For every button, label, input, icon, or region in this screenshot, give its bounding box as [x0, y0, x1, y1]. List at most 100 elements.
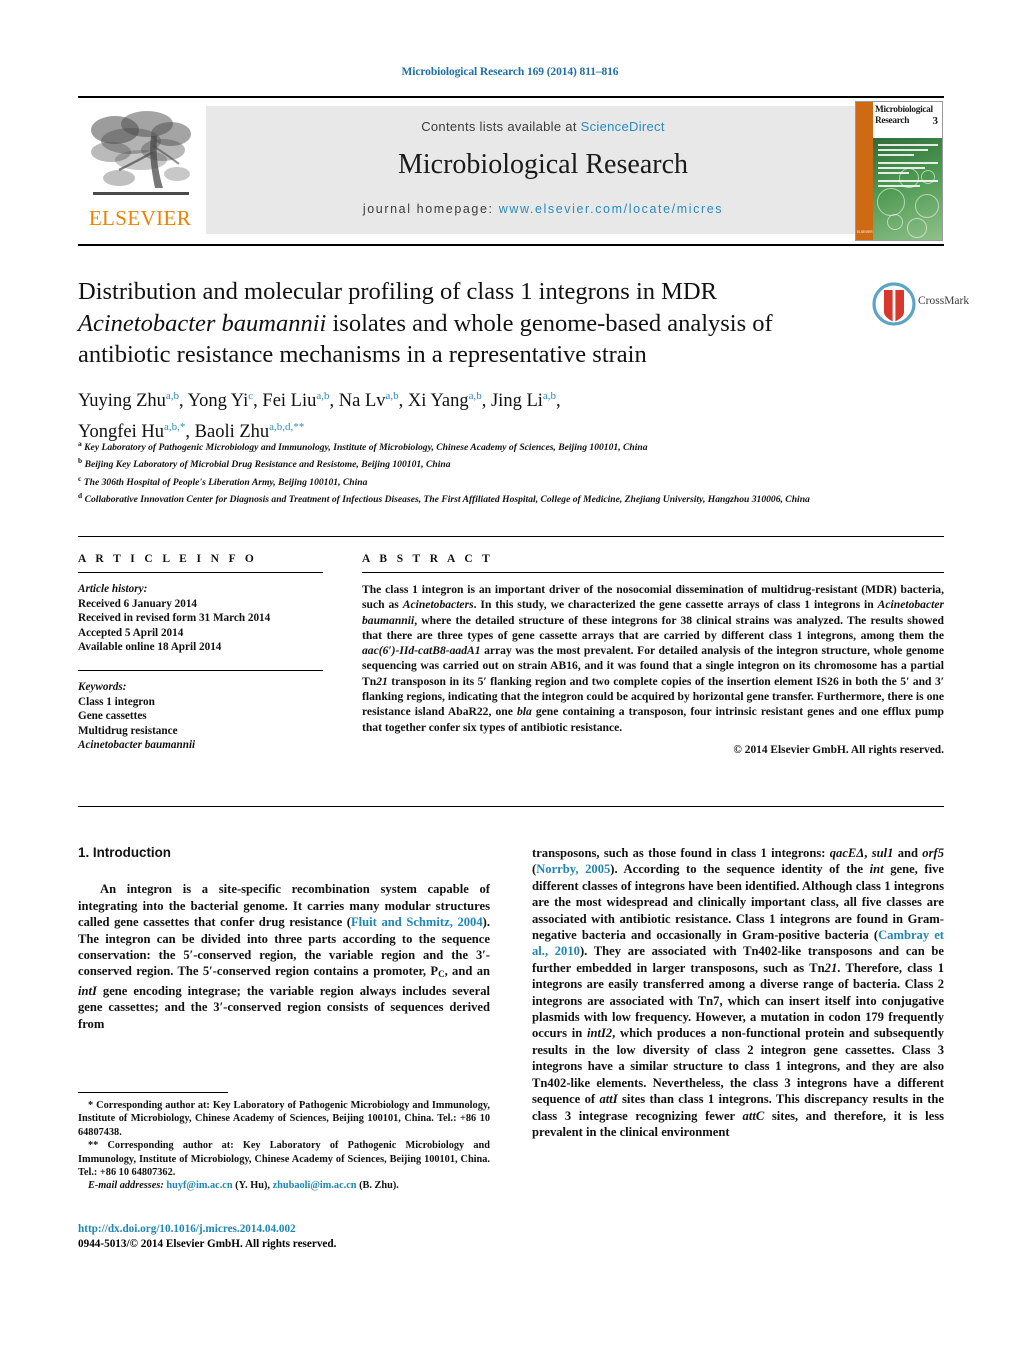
running-head: Microbiological Research 169 (2014) 811–… [401, 66, 619, 78]
contents-prefix: Contents lists available at [421, 119, 581, 134]
keyword-4: Acinetobacter baumannii [78, 739, 196, 752]
section-heading-introduction: 1. Introduction [78, 845, 171, 860]
keywords-block: Keywords: Class 1 integron Gene cassette… [78, 680, 323, 753]
article-history-label: Article history: [78, 583, 148, 595]
footnote-text: * Corresponding author at: Key Laborator… [78, 1099, 490, 1193]
article-info-rule-1 [78, 572, 323, 573]
crossmark-label: CrossMark [918, 295, 970, 307]
crossmark-icon [872, 282, 916, 326]
cover-publisher-mark: ELSEVIER [857, 230, 873, 234]
abstract-copyright: © 2014 Elsevier GmbH. All rights reserve… [733, 743, 944, 756]
footnote-block: * Corresponding author at: Key Laborator… [78, 1092, 490, 1193]
citation-norrby[interactable]: Norrby, 2005 [536, 862, 610, 876]
abstract-text: The class 1 integron is an important dri… [362, 582, 944, 735]
abstract-column: A B S T R A C T The class 1 integron is … [362, 553, 944, 756]
keyword-2: Gene cassettes [78, 710, 147, 723]
affiliation-d: d Collaborative Innovation Center for Di… [78, 489, 878, 506]
author-1-affil: a,b [165, 390, 180, 402]
citation-fluit-schmitz[interactable]: Fluit and Schmitz, 2004 [351, 915, 483, 929]
tn21-italic: 21 [824, 960, 838, 975]
intro-seg-3: , and an [444, 964, 490, 979]
abstract-seg-3: , where the detailed structure of these … [362, 613, 944, 642]
homepage-prefix: journal homepage: [362, 202, 499, 216]
sciencedirect-link[interactable]: ScienceDirect [581, 119, 665, 134]
journal-masthead: ELSEVIER Contents lists available at Sci… [78, 96, 944, 246]
body-column-right: transposons, such as those found in clas… [532, 845, 944, 1140]
site-attC: attC [742, 1108, 765, 1123]
affiliation-a-text: Key Laboratory of Pathogenic Microbiolog… [84, 442, 648, 454]
cover-issue-number: 3 [932, 115, 939, 127]
paper-page: Microbiological Research 169 (2014) 811–… [0, 0, 1020, 1351]
author-1: Yuying Zhua,b [78, 390, 180, 412]
intro-r-seg-5: ). According to the sequence identity of… [610, 862, 870, 877]
abstract-rule [362, 572, 944, 573]
affiliation-a-marker: a [78, 439, 82, 448]
author-2: Yong Yic [187, 390, 254, 412]
cover-title: Microbiological Research [875, 105, 941, 126]
affiliation-d-text: Collaborative Innovation Center for Diag… [84, 494, 810, 506]
doi-link[interactable]: http://dx.doi.org/10.1016/j.micres.2014.… [78, 1222, 498, 1237]
article-history: Article history: Received 6 January 2014… [78, 582, 323, 655]
email-link-hu[interactable]: huyf@im.ac.cn [166, 1180, 232, 1191]
intro-r-seg-1: transposons, such as those found in clas… [532, 846, 830, 860]
author-4: Na Lva,b [338, 390, 399, 412]
affiliation-d-marker: d [78, 491, 83, 501]
journal-cover-thumbnail: Microbiological Research 3 ELSEVIER [855, 101, 943, 241]
intro-paragraph-left: An integron is a site-specific recombina… [78, 881, 490, 1032]
author-6: Jing Lia,b [490, 390, 557, 412]
title-line-1: Distribution and molecular profiling of … [78, 278, 717, 305]
keyword-3: Multidrug resistance [78, 724, 178, 737]
history-online: Available online 18 April 2014 [78, 641, 222, 654]
issn-copyright-line: 0944-5013/© 2014 Elsevier GmbH. All righ… [78, 1238, 337, 1250]
gene-intI: intI [78, 983, 97, 998]
body-column-left: 1. Introduction An integron is a site-sp… [78, 845, 490, 1032]
author-8-affil: a,b,d,** [269, 421, 305, 434]
affiliation-list: a Key Laboratory of Pathogenic Microbiol… [78, 437, 878, 507]
intro-r-seg-2: , [864, 846, 872, 860]
cover-spine [856, 102, 873, 240]
author-4-affil: a,b [385, 390, 399, 402]
title-species-name: Acinetobacter baumannii [78, 309, 327, 337]
abstract-heading: A B S T R A C T [362, 553, 494, 565]
affiliation-c-text: The 306th Hospital of People's Liberatio… [83, 476, 368, 488]
author-3-affil: a,b [316, 390, 330, 402]
contents-banner: Contents lists available at ScienceDirec… [206, 106, 880, 234]
author-5-affil: a,b [468, 390, 482, 402]
history-received: Received 6 January 2014 [78, 597, 198, 610]
affiliation-a: a Key Laboratory of Pathogenic Microbiol… [78, 437, 878, 454]
footnote-rule [78, 1092, 228, 1093]
keyword-1: Class 1 integron [78, 695, 155, 708]
author-5: Xi Yanga,b [407, 390, 482, 412]
info-band-top-rule [78, 536, 944, 537]
article-info-rule-2 [78, 669, 323, 671]
elsevier-wordmark: ELSEVIER [88, 206, 192, 230]
gene-int: int [869, 862, 884, 877]
abstract-italic-4: 21 [376, 674, 388, 688]
intro-seg-4: gene encoding integrase; the variable re… [78, 983, 490, 1031]
cover-circle-pattern [873, 162, 942, 240]
cover-title-line2: Research [875, 115, 910, 126]
email-link-zhu[interactable]: zhubaoli@im.ac.cn [273, 1180, 357, 1191]
email-label: E-mail addresses: [88, 1180, 164, 1192]
author-list: Yuying Zhua,b, Yong Yic, Fei Liua,b, Na … [78, 390, 561, 443]
site-attI: attI [599, 1092, 618, 1107]
page-title: Distribution and molecular profiling of … [78, 276, 848, 371]
abstract-seg-2: . In this study, we characterized the ge… [473, 598, 878, 612]
doi-block: http://dx.doi.org/10.1016/j.micres.2014.… [78, 1222, 498, 1252]
cover-title-line1: Microbiological [875, 105, 933, 115]
email-addresses: E-mail addresses: huyf@im.ac.cn (Y. Hu),… [78, 1179, 490, 1192]
title-block: Distribution and molecular profiling of … [78, 276, 848, 371]
author-3: Fei Liua,b [262, 390, 330, 412]
elsevier-logo: ELSEVIER [81, 106, 199, 234]
gene-qacE: qacEΔ [829, 846, 865, 860]
gene-intI2: intI2 [586, 1026, 613, 1041]
crossmark-badge[interactable]: CrossMark [872, 282, 969, 326]
history-accepted: Accepted 5 April 2014 [78, 626, 184, 639]
journal-homepage-link[interactable]: www.elsevier.com/locate/micres [499, 202, 723, 216]
elsevier-tree-icon [91, 111, 191, 195]
intro-paragraph-right: transposons, such as those found in clas… [532, 845, 944, 1140]
abstract-italic-1: Acinetobacters [402, 598, 474, 612]
title-line-2-tail: isolates and whole genome-based analysis… [326, 309, 773, 337]
affiliation-c: c The 306th Hospital of People's Liberat… [78, 472, 878, 489]
journal-title: Microbiological Research [397, 149, 688, 180]
